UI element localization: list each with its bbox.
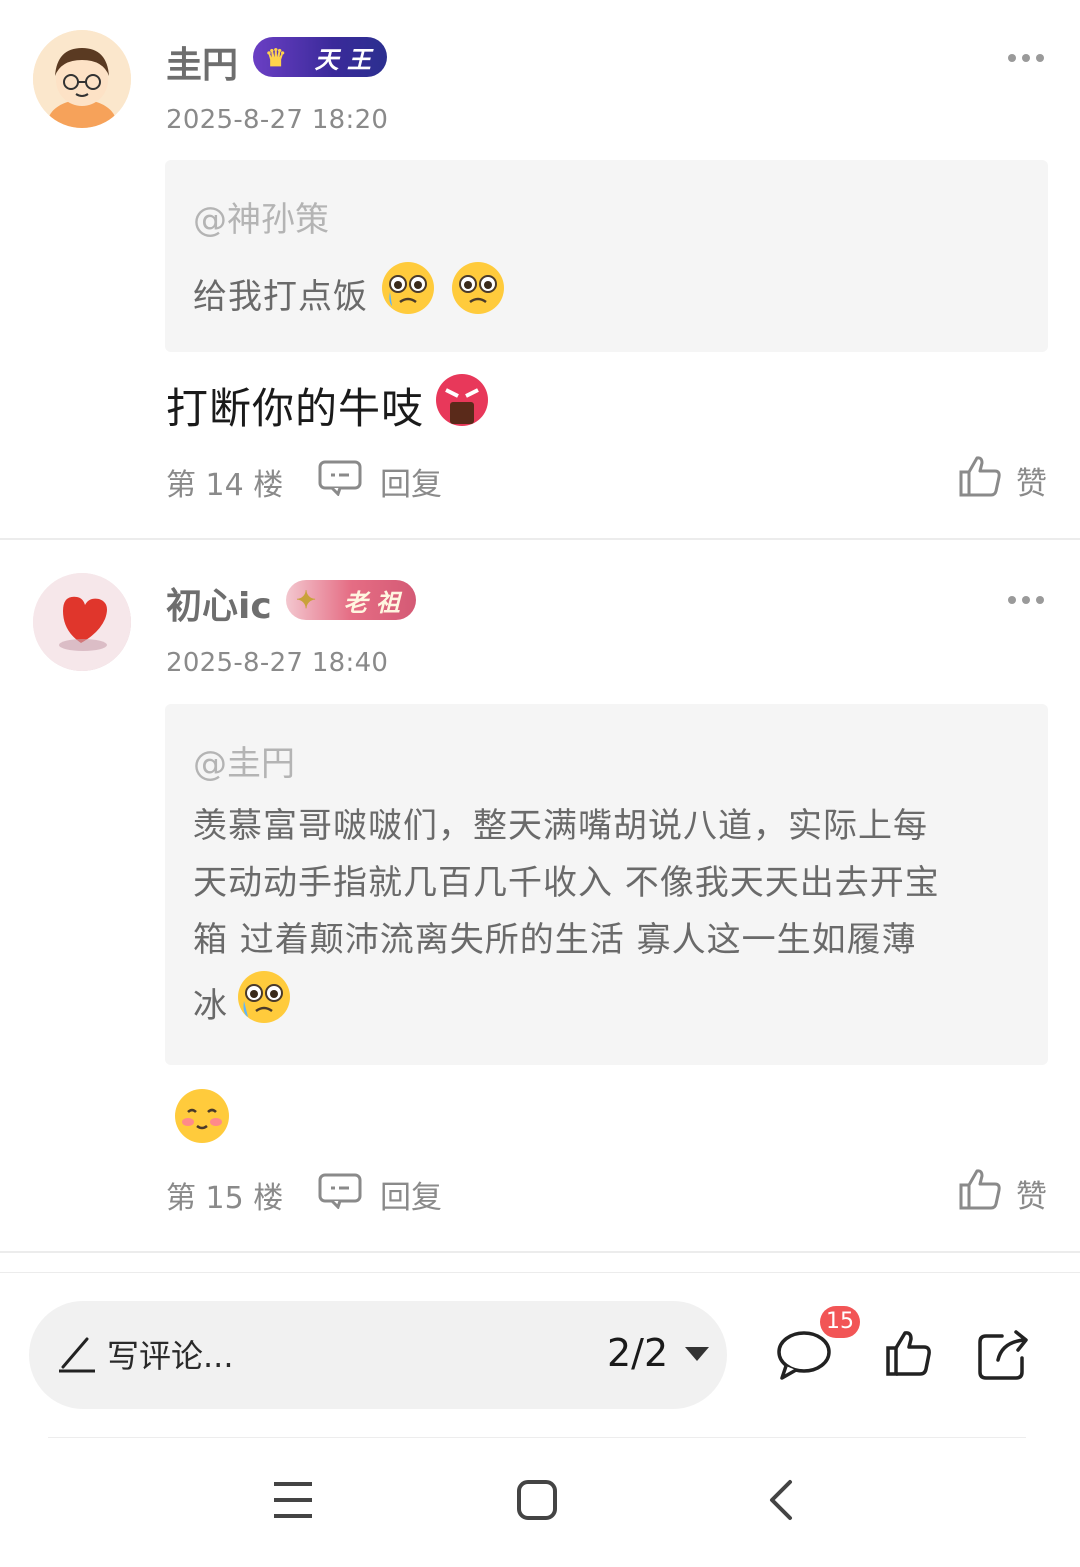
- badge-label: 天 王: [314, 44, 371, 74]
- quoted-comment[interactable]: @神孙策 给我打点饭: [165, 160, 1048, 352]
- quoted-text: 给我打点饭: [193, 276, 368, 317]
- like-label: 赞: [1016, 465, 1047, 502]
- thumbs-up-icon: [958, 454, 1002, 506]
- more-options-icon[interactable]: [1008, 594, 1044, 606]
- quoted-text-line: 羡慕富哥啵啵们，整天满嘴胡说八道，实际上每: [193, 806, 928, 846]
- like-label: 赞: [1016, 1178, 1047, 1215]
- quoted-text-line: 箱 过着颠沛流离失所的生活 寡人这一生如履薄: [193, 920, 917, 960]
- quoted-text-line: 天动动手指就几百几千收入 不像我天天出去开宝: [193, 863, 940, 903]
- thumbs-up-icon: [958, 1167, 1002, 1219]
- crying-emoji: [236, 969, 292, 1043]
- blush-emoji: [172, 1086, 232, 1156]
- bottom-bar-divider: [0, 1272, 1080, 1273]
- username[interactable]: 初心ic: [166, 577, 272, 629]
- user-level-badge: ♛ 天 王: [253, 37, 387, 77]
- floor-number: 第 14 楼: [166, 468, 284, 503]
- username[interactable]: 圭円: [166, 36, 238, 88]
- quoted-text-line: 冰: [193, 985, 228, 1026]
- badge-label: 老 祖: [343, 587, 400, 617]
- comment-item: 初心ic ✦ 老 祖 2025-8-27 18:40 @圭円 羡慕富哥啵啵们，整…: [0, 541, 1080, 1253]
- comment-body: 打断你的牛吱: [166, 372, 490, 438]
- comment-divider: [0, 538, 1080, 540]
- like-button[interactable]: 赞: [958, 1167, 1047, 1219]
- reply-label: 回复: [380, 467, 442, 503]
- menu-icon[interactable]: [272, 1478, 314, 1526]
- nav-divider: [48, 1437, 1026, 1438]
- quoted-text: 羡慕富哥啵啵们，整天满嘴胡说八道，实际上每 天动动手指就几百几千收入 不像我天天…: [193, 798, 1023, 1043]
- quoted-comment[interactable]: @圭円 羡慕富哥啵啵们，整天满嘴胡说八道，实际上每 天动动手指就几百几千收入 不…: [165, 704, 1048, 1065]
- comment-item: 圭円 ♛ 天 王 2025-8-27 18:20 @神孙策 给我打点饭 打断你的…: [0, 0, 1080, 540]
- comment-body: [172, 1086, 232, 1156]
- thumbs-up-icon[interactable]: [884, 1328, 932, 1382]
- comment-text: 打断你的牛吱: [166, 383, 425, 433]
- more-options-icon[interactable]: [1008, 52, 1044, 64]
- comment-divider: [0, 1251, 1080, 1253]
- reply-button[interactable]: 回复: [318, 459, 442, 504]
- home-icon[interactable]: [516, 1478, 558, 1526]
- page-indicator[interactable]: 2/2: [607, 1331, 668, 1375]
- crown-icon: ♛: [265, 43, 287, 72]
- avatar[interactable]: [33, 30, 131, 128]
- crying-emoji: [380, 260, 436, 334]
- reply-icon: [318, 1173, 362, 1217]
- comment-timestamp: 2025-8-27 18:20: [166, 105, 389, 135]
- comment-icon[interactable]: [776, 1328, 832, 1386]
- user-level-badge: ✦ 老 祖: [286, 580, 416, 620]
- floor-number: 第 15 楼: [166, 1181, 284, 1216]
- comment-count-badge: 15: [820, 1306, 860, 1338]
- quoted-text-row: 给我打点饭: [193, 260, 1023, 334]
- reply-button[interactable]: 回复: [318, 1172, 442, 1217]
- back-icon[interactable]: [766, 1478, 796, 1526]
- quoted-username: @神孙策: [193, 200, 329, 240]
- avatar[interactable]: [33, 573, 131, 671]
- comment-timestamp: 2025-8-27 18:40: [166, 648, 389, 678]
- chevron-down-icon[interactable]: [685, 1347, 709, 1361]
- quoted-text-last-row: 冰: [193, 969, 1023, 1043]
- like-button[interactable]: 赞: [958, 454, 1047, 506]
- share-icon[interactable]: [976, 1328, 1032, 1386]
- crying-emoji: [450, 260, 506, 334]
- pencil-icon: [57, 1333, 97, 1377]
- quoted-username: @圭円: [193, 744, 295, 784]
- reply-label: 回复: [380, 1180, 442, 1216]
- comment-input-placeholder: 写评论...: [107, 1337, 234, 1375]
- angry-emoji: [434, 372, 490, 438]
- dragon-icon: ✦: [296, 585, 317, 614]
- comment-input-bar[interactable]: 写评论... 2/2: [29, 1301, 727, 1409]
- reply-icon: [318, 460, 362, 504]
